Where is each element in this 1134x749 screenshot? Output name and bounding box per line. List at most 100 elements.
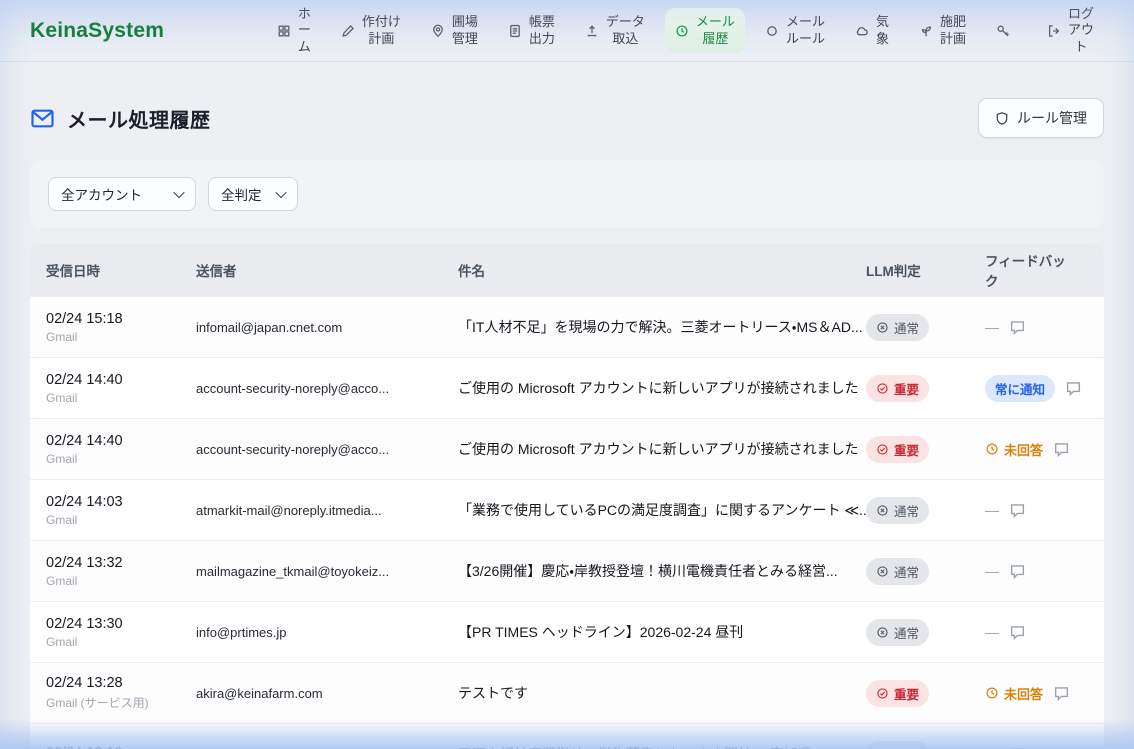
llm-badge: 通常: [866, 619, 929, 646]
mail-icon: [30, 106, 55, 131]
account-label: Gmail: [46, 330, 184, 344]
circle-check-icon: [876, 443, 889, 456]
sender-cell: account-security-noreply@acco...: [196, 442, 458, 457]
nav-item-home[interactable]: ホ ー ム: [267, 0, 321, 61]
sender-cell: akira@keinafarm.com: [196, 686, 458, 701]
comment-bubble-icon[interactable]: [1009, 319, 1026, 336]
comment-bubble-icon[interactable]: [1053, 441, 1070, 458]
clock-icon: [985, 442, 999, 456]
always-notify-badge: 常に通知: [985, 375, 1055, 402]
llm-badge-label: 重要: [894, 379, 919, 398]
header-received-datetime: 受信日時: [46, 260, 196, 280]
llm-badge-label: 通常: [894, 562, 919, 581]
received-datetime-cell: 02/24 14:40Gmail: [46, 433, 196, 466]
unanswered-status: 未回答: [985, 440, 1043, 459]
subject-cell: ご使用の Microsoft アカウントに新しいアプリが接続されました: [458, 439, 866, 459]
logout-icon: [1047, 24, 1061, 38]
nav-label: ログ アウ ト: [1068, 6, 1094, 55]
llm-judgment-cell: 通常: [866, 619, 985, 646]
comment-bubble-icon[interactable]: [1009, 624, 1026, 641]
circle-x-icon: [876, 626, 889, 639]
llm-badge: 通常: [866, 314, 929, 341]
table-row[interactable]: 02/24 13:30Gmail info@prtimes.jp 【PR TIM…: [30, 601, 1104, 662]
comment-bubble-icon[interactable]: [1009, 563, 1026, 580]
table-header-row: 受信日時 送信者 件名 LLM判定 フィードバック: [30, 244, 1104, 296]
comment-bubble-icon[interactable]: [1053, 685, 1070, 702]
sender-cell: atmarkit-mail@noreply.itmedia...: [196, 503, 458, 518]
header-feedback: フィードバック: [985, 250, 1088, 290]
comment-bubble-icon[interactable]: [1065, 380, 1082, 397]
table-row[interactable]: 02/24 14:40Gmail account-security-norepl…: [30, 418, 1104, 479]
llm-badge-label: 重要: [894, 684, 919, 703]
table-row[interactable]: 02/24 15:18Gmail infomail@japan.cnet.com…: [30, 296, 1104, 357]
brand-logo[interactable]: KeinaSystem: [30, 19, 164, 43]
llm-judgment-cell: 重要: [866, 436, 985, 463]
feedback-cell: 未回答 未回答: [985, 440, 1088, 459]
feedback-group: —: [985, 624, 1076, 641]
llm-badge: 重要: [866, 375, 929, 402]
nav-item-field-management[interactable]: 圃場 管理: [421, 8, 488, 53]
no-feedback-dash: —: [985, 502, 999, 518]
nav-item-api-key[interactable]: [986, 18, 1027, 44]
comment-bubble-icon[interactable]: [1009, 502, 1026, 519]
unanswered-status: 未回答: [985, 684, 1043, 703]
nav-item-mail-rules[interactable]: メール ルール: [755, 8, 835, 53]
nav-item-planting-plan[interactable]: 作付け 計画: [331, 8, 411, 53]
header-sender: 送信者: [196, 260, 458, 280]
llm-judgment-cell: 重要: [866, 680, 985, 707]
received-datetime-cell: 02/24 13:32Gmail: [46, 555, 196, 588]
nav-item-logout[interactable]: ログ アウ ト: [1037, 0, 1104, 61]
map-pin-icon: [431, 24, 445, 38]
llm-judgment-cell: 通常: [866, 497, 985, 524]
nav-item-report-output[interactable]: 帳票 出力: [498, 8, 565, 53]
llm-badge-label: 通常: [894, 745, 919, 749]
nav-item-fertilizer-plan[interactable]: 施肥 計画: [909, 8, 976, 53]
rule-management-label: ルール管理: [1017, 108, 1087, 128]
circle-check-icon: [876, 382, 889, 395]
sender-cell: mailmagazine_tkmail@toyokeiz...: [196, 564, 458, 579]
llm-judgment-cell: 通常: [866, 741, 985, 749]
top-navigation: KeinaSystem ホ ー ム 作付け 計画 圃場 管理 帳票 出力 データ…: [0, 0, 1134, 62]
account-label: Gmail: [46, 574, 184, 588]
nav-label: データ 取込: [606, 14, 645, 47]
received-datetime-cell: 02/24 13:30Gmail: [46, 616, 196, 649]
no-feedback-dash: —: [985, 563, 999, 579]
subject-cell: 「業務で使用しているPCの満足度調査」に関するアンケート ≪...: [458, 500, 866, 520]
circle-x-icon: [876, 321, 889, 334]
chevron-down-icon: [275, 187, 286, 198]
sender-cell: info@prtimes.jp: [196, 625, 458, 640]
grid-icon: [277, 24, 291, 38]
llm-judgment-cell: 通常: [866, 314, 985, 341]
table-row[interactable]: 02/24 13:32Gmail mailmagazine_tkmail@toy…: [30, 540, 1104, 601]
chevron-down-icon: [173, 187, 184, 198]
judgment-filter-select[interactable]: 全判定: [208, 177, 298, 211]
no-feedback-dash: —: [985, 319, 999, 335]
nav-label: 帳票 出力: [529, 14, 555, 47]
sender-cell: infomail@japan.cnet.com: [196, 320, 458, 335]
account-label: Gmail (サービス用): [46, 694, 184, 711]
llm-badge: 通常: [866, 497, 929, 524]
llm-badge: 通常: [866, 558, 929, 585]
feedback-group: —: [985, 502, 1076, 519]
key-icon: [996, 24, 1010, 38]
llm-badge-label: 重要: [894, 440, 919, 459]
pencil-icon: [341, 24, 355, 38]
table-row[interactable]: 02/24 14:03Gmail atmarkit-mail@noreply.i…: [30, 479, 1104, 540]
nav-item-weather[interactable]: 気 象: [845, 8, 899, 53]
rule-management-button[interactable]: ルール管理: [978, 98, 1104, 138]
circle-x-icon: [876, 504, 889, 517]
feedback-group: 未回答 未回答: [985, 684, 1076, 703]
header-subject: 件名: [458, 260, 866, 280]
llm-badge-label: 通常: [894, 318, 919, 337]
table-row[interactable]: 02/24 12:10 digital@kochinews.jp 四万十福祉専門…: [30, 723, 1104, 749]
table-row[interactable]: 02/24 14:40Gmail account-security-norepl…: [30, 357, 1104, 418]
comment-bubble-icon[interactable]: [1009, 746, 1026, 749]
nav-item-mail-history[interactable]: メール 履歴: [665, 8, 745, 53]
nav-item-data-import[interactable]: データ 取込: [575, 8, 655, 53]
nav-label: ホ ー ム: [298, 6, 311, 55]
table-row[interactable]: 02/24 13:28Gmail (サービス用) akira@keinafarm…: [30, 662, 1104, 723]
feedback-cell: 常に通知 常に通知: [985, 375, 1088, 402]
feedback-group: 未回答 未回答: [985, 440, 1076, 459]
account-filter-select[interactable]: 全アカウント: [48, 177, 196, 211]
received-datetime-cell: 02/24 13:28Gmail (サービス用): [46, 675, 196, 711]
